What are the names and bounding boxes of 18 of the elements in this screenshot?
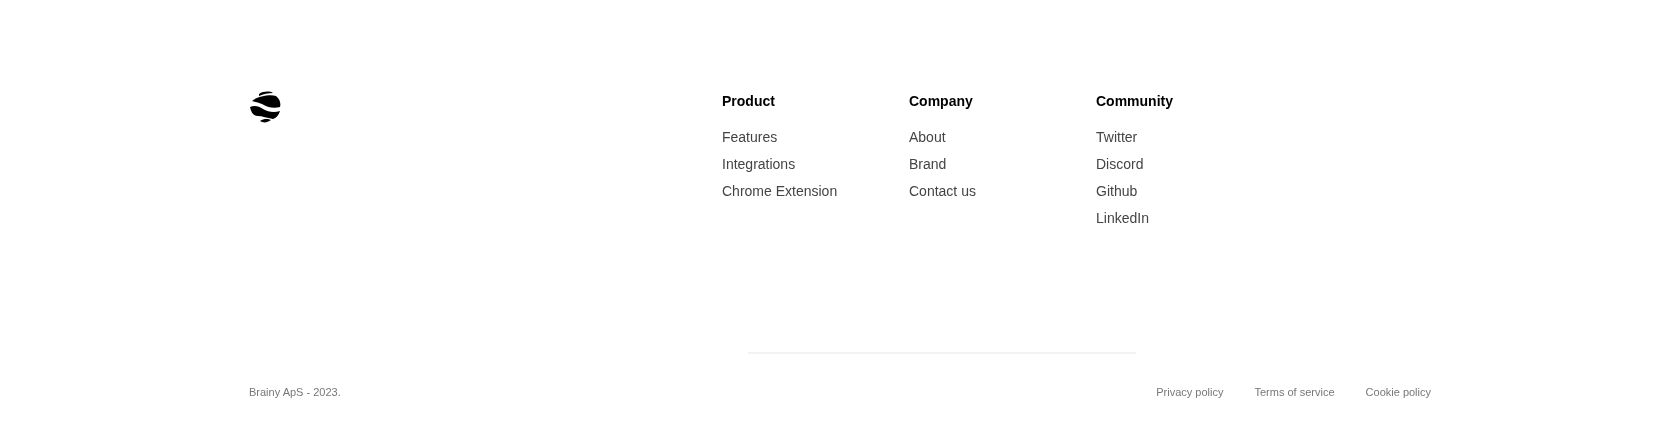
footer-link[interactable]: LinkedIn <box>1096 205 1149 232</box>
copyright-text: Brainy ApS - 2023. <box>249 385 341 400</box>
footer-link[interactable]: Brand <box>909 151 947 178</box>
footer-link[interactable]: Integrations <box>722 151 796 178</box>
column-heading: Company <box>909 92 974 111</box>
footer-link[interactable]: Features <box>722 124 778 151</box>
logo-icon[interactable] <box>249 90 281 123</box>
footer-link[interactable]: Github <box>1096 178 1138 205</box>
footer-link[interactable]: Contact us <box>909 178 976 205</box>
footer-link[interactable]: Discord <box>1096 151 1144 178</box>
legal-link[interactable]: Cookie policy <box>1365 384 1431 401</box>
legal-link[interactable]: Terms of service <box>1254 384 1335 401</box>
footer-link[interactable]: About <box>909 124 946 151</box>
column-heading: Product <box>722 92 776 111</box>
footer-link[interactable]: Twitter <box>1096 124 1138 151</box>
footer-link[interactable]: Chrome Extension <box>722 178 838 205</box>
legal-link[interactable]: Privacy policy <box>1156 384 1224 401</box>
column-heading: Community <box>1096 92 1174 111</box>
